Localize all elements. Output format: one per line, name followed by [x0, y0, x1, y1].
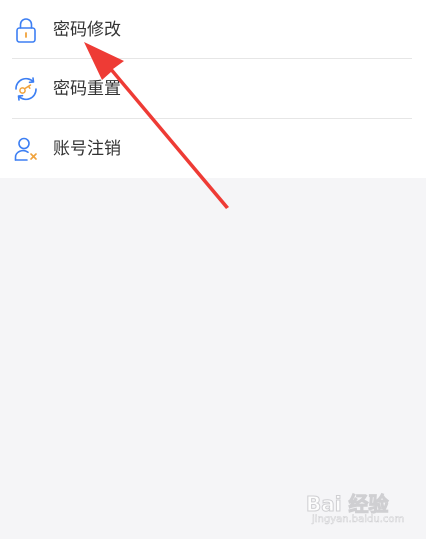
user-remove-icon: [14, 137, 37, 161]
lock-icon: [16, 18, 36, 43]
menu-item-change-password[interactable]: 密码修改: [0, 0, 426, 59]
watermark-brand: Bai 经验: [306, 492, 390, 517]
settings-page: 密码修改 密码重置 账号注销 Bai 经验 jingyan.baidu.com: [0, 0, 426, 539]
menu-item-reset-password[interactable]: 密码重置: [0, 59, 426, 118]
menu-item-label: 密码重置: [53, 79, 121, 99]
menu-item-deregister-account[interactable]: 账号注销: [0, 119, 426, 178]
menu-item-label: 密码修改: [53, 20, 121, 40]
key-reset-icon: [15, 77, 37, 101]
account-security-menu: 密码修改 密码重置 账号注销: [0, 0, 426, 178]
baidu-jingyan-watermark: Bai 经验 jingyan.baidu.com: [306, 486, 418, 532]
watermark-url: jingyan.baidu.com: [312, 514, 405, 526]
menu-item-label: 账号注销: [53, 139, 121, 159]
